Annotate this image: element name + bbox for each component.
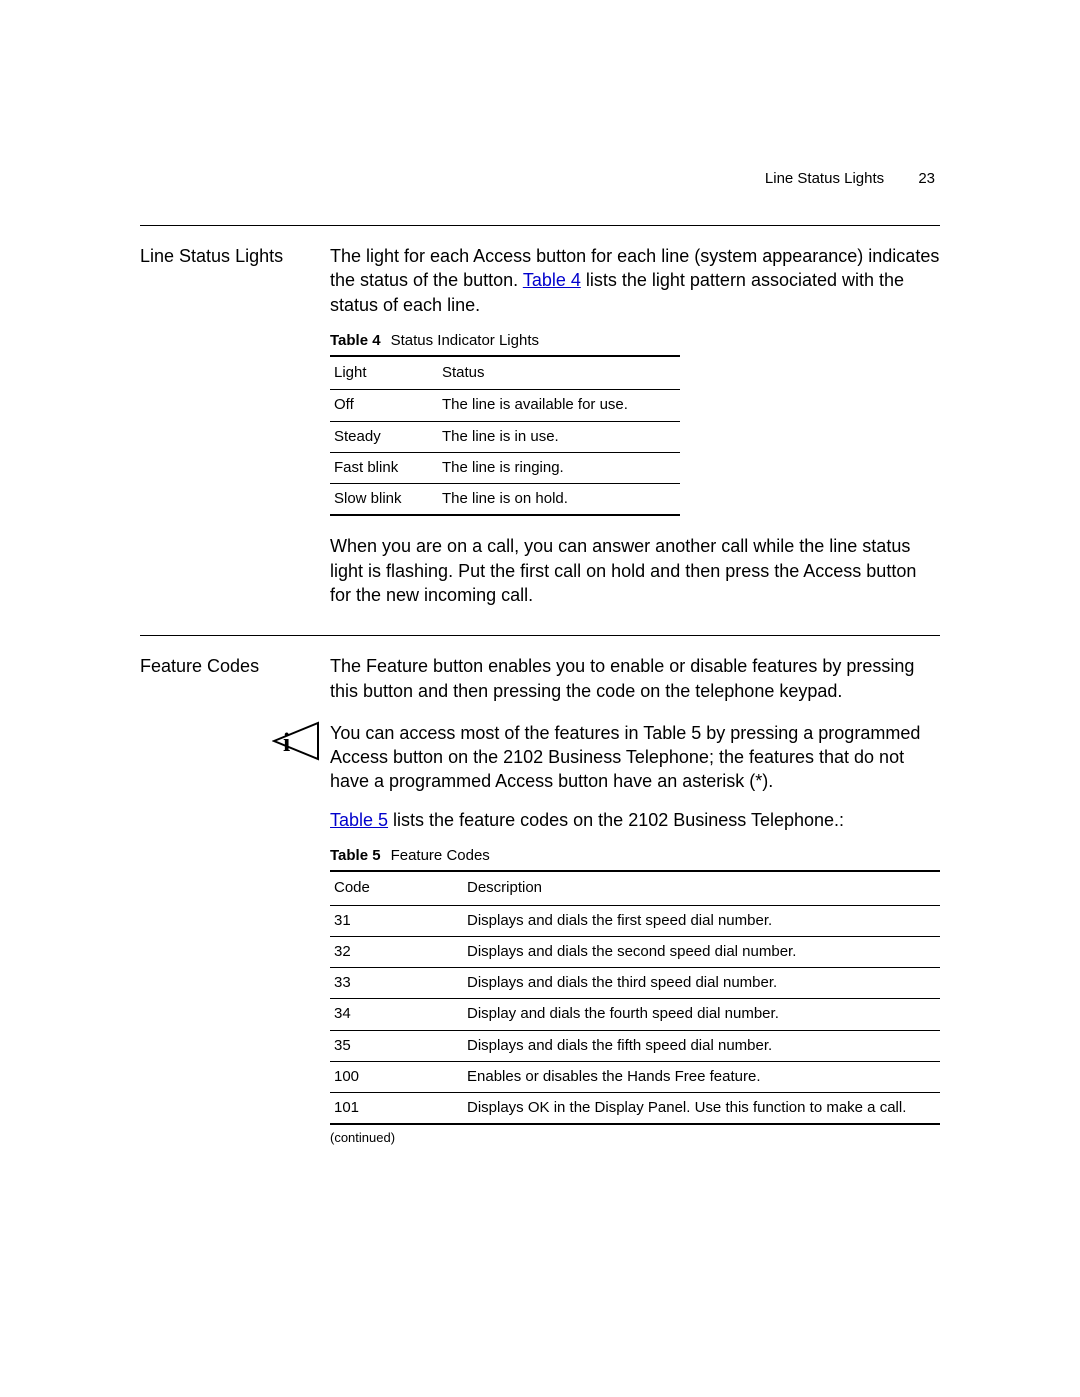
t4-r0c1: Off	[330, 390, 438, 421]
body-feature-codes: The Feature button enables you to enable…	[330, 654, 940, 717]
table5-caption: Table 5 Feature Codes	[330, 846, 940, 866]
t4-h1: Light	[330, 356, 438, 390]
table-row: 101 Displays OK in the Display Panel. Us…	[330, 1093, 940, 1125]
t5-r6c1: 101	[330, 1093, 463, 1125]
fc-intro-para: The Feature button enables you to enable…	[330, 654, 940, 703]
lsl-note-para: When you are on a call, you can answer a…	[330, 534, 940, 607]
t5-h1: Code	[330, 871, 463, 905]
section-rule	[140, 635, 940, 636]
t5-r2c2: Displays and dials the third speed dial …	[463, 968, 940, 999]
t5-r0c2: Displays and dials the first speed dial …	[463, 905, 940, 936]
section-feature-codes: Feature Codes The Feature button enables…	[140, 654, 940, 717]
table-row: 33 Displays and dials the third speed di…	[330, 968, 940, 999]
table5-continued: (continued)	[330, 1129, 940, 1147]
t5-r3c2: Display and dials the fourth speed dial …	[463, 999, 940, 1030]
table4-caption: Table 4 Status Indicator Lights	[330, 331, 940, 351]
body-line-status: The light for each Access button for eac…	[330, 244, 940, 621]
section-line-status: Line Status Lights The light for each Ac…	[140, 244, 940, 621]
t5-r1c1: 32	[330, 936, 463, 967]
t4-r2c1: Fast blink	[330, 452, 438, 483]
table4: Light Status Off The line is available f…	[330, 355, 680, 516]
svg-text:i: i	[283, 728, 290, 757]
t5-r5c1: 100	[330, 1061, 463, 1092]
side-heading-feature-codes: Feature Codes	[140, 654, 330, 717]
table4-number: Table 4	[330, 332, 381, 349]
t5-r1c2: Displays and dials the second speed dial…	[463, 936, 940, 967]
table4-title: Status Indicator Lights	[391, 332, 539, 349]
info-triangle-icon: i	[272, 721, 320, 761]
t5-h2: Description	[463, 871, 940, 905]
page: Line Status Lights 23 Line Status Lights…	[0, 0, 1080, 1397]
table-row: 100 Enables or disables the Hands Free f…	[330, 1061, 940, 1092]
table-row: Slow blink The line is on hold.	[330, 484, 680, 516]
t4-r3c1: Slow blink	[330, 484, 438, 516]
table5: Code Description 31 Displays and dials t…	[330, 870, 940, 1125]
section-rule	[140, 225, 940, 226]
fc-table-lead: Table 5 lists the feature codes on the 2…	[330, 808, 940, 832]
side-heading-line-status: Line Status Lights	[140, 244, 330, 621]
text: lists the feature codes on the 2102 Busi…	[388, 810, 844, 830]
table-row: Steady The line is in use.	[330, 421, 680, 452]
table-row: 31 Displays and dials the first speed di…	[330, 905, 940, 936]
t4-r2c2: The line is ringing.	[438, 452, 680, 483]
table-row: 35 Displays and dials the fifth speed di…	[330, 1030, 940, 1061]
t5-r6c2: Displays OK in the Display Panel. Use th…	[463, 1093, 940, 1125]
link-table4[interactable]: Table 4	[523, 270, 581, 290]
t4-r3c2: The line is on hold.	[438, 484, 680, 516]
lsl-intro-para: The light for each Access button for eac…	[330, 244, 940, 317]
table-row: 34 Display and dials the fourth speed di…	[330, 999, 940, 1030]
note-row: i You can access most of the features in…	[140, 721, 940, 1147]
t5-r2c1: 33	[330, 968, 463, 999]
running-header: Line Status Lights 23	[765, 170, 935, 187]
note-body: You can access most of the features in T…	[330, 721, 940, 1147]
table-row: 32 Displays and dials the second speed d…	[330, 936, 940, 967]
table5-number: Table 5	[330, 847, 381, 864]
t5-r3c1: 34	[330, 999, 463, 1030]
t5-r5c2: Enables or disables the Hands Free featu…	[463, 1061, 940, 1092]
t5-r4c2: Displays and dials the fifth speed dial …	[463, 1030, 940, 1061]
t4-r0c2: The line is available for use.	[438, 390, 680, 421]
fc-access-note: You can access most of the features in T…	[330, 721, 940, 794]
t4-r1c1: Steady	[330, 421, 438, 452]
running-title: Line Status Lights	[765, 170, 884, 187]
table-row: Fast blink The line is ringing.	[330, 452, 680, 483]
t5-r0c1: 31	[330, 905, 463, 936]
table-row: Off The line is available for use.	[330, 390, 680, 421]
link-table5[interactable]: Table 5	[330, 810, 388, 830]
t4-r1c2: The line is in use.	[438, 421, 680, 452]
page-number: 23	[918, 170, 935, 187]
note-gutter: i	[140, 721, 330, 1147]
table5-title: Feature Codes	[391, 847, 490, 864]
t4-h2: Status	[438, 356, 680, 390]
t5-r4c1: 35	[330, 1030, 463, 1061]
